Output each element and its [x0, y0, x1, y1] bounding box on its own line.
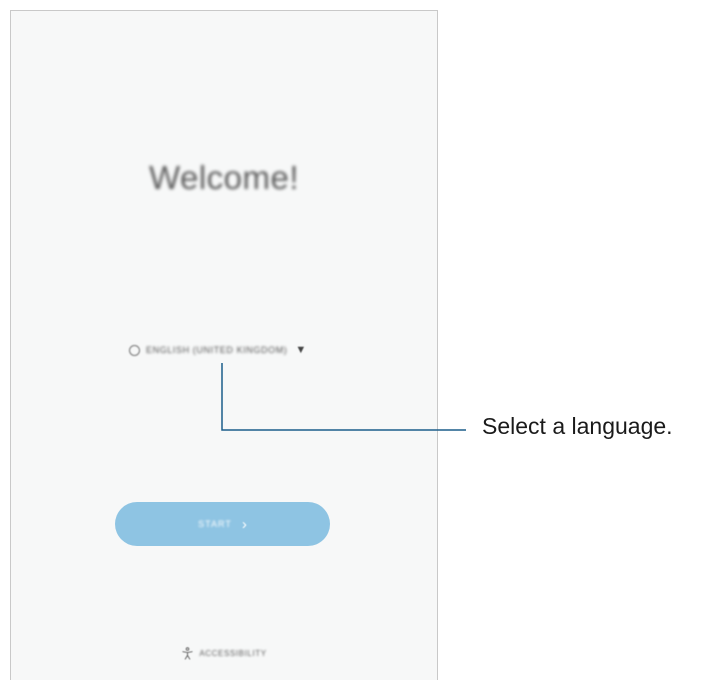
start-button-label: START: [198, 519, 232, 529]
callout-text: Select a language.: [482, 413, 673, 439]
start-button[interactable]: START ›: [115, 502, 330, 546]
accessibility-icon: [182, 647, 193, 660]
welcome-title: Welcome!: [148, 159, 300, 196]
phone-screen: Welcome! ENGLISH (UNITED KINGDOM) ▼ STAR…: [10, 10, 438, 680]
language-selector[interactable]: ENGLISH (UNITED KINGDOM) ▼: [129, 344, 307, 356]
accessibility-label: ACCESSIBILITY: [199, 649, 267, 658]
accessibility-link[interactable]: ACCESSIBILITY: [11, 647, 437, 660]
language-label: ENGLISH (UNITED KINGDOM): [146, 345, 288, 355]
globe-icon: [129, 344, 140, 356]
manual-figure: Welcome! ENGLISH (UNITED KINGDOM) ▼ STAR…: [0, 0, 707, 680]
dropdown-arrow-icon: ▼: [295, 344, 307, 356]
chevron-right-icon: ›: [241, 515, 247, 533]
